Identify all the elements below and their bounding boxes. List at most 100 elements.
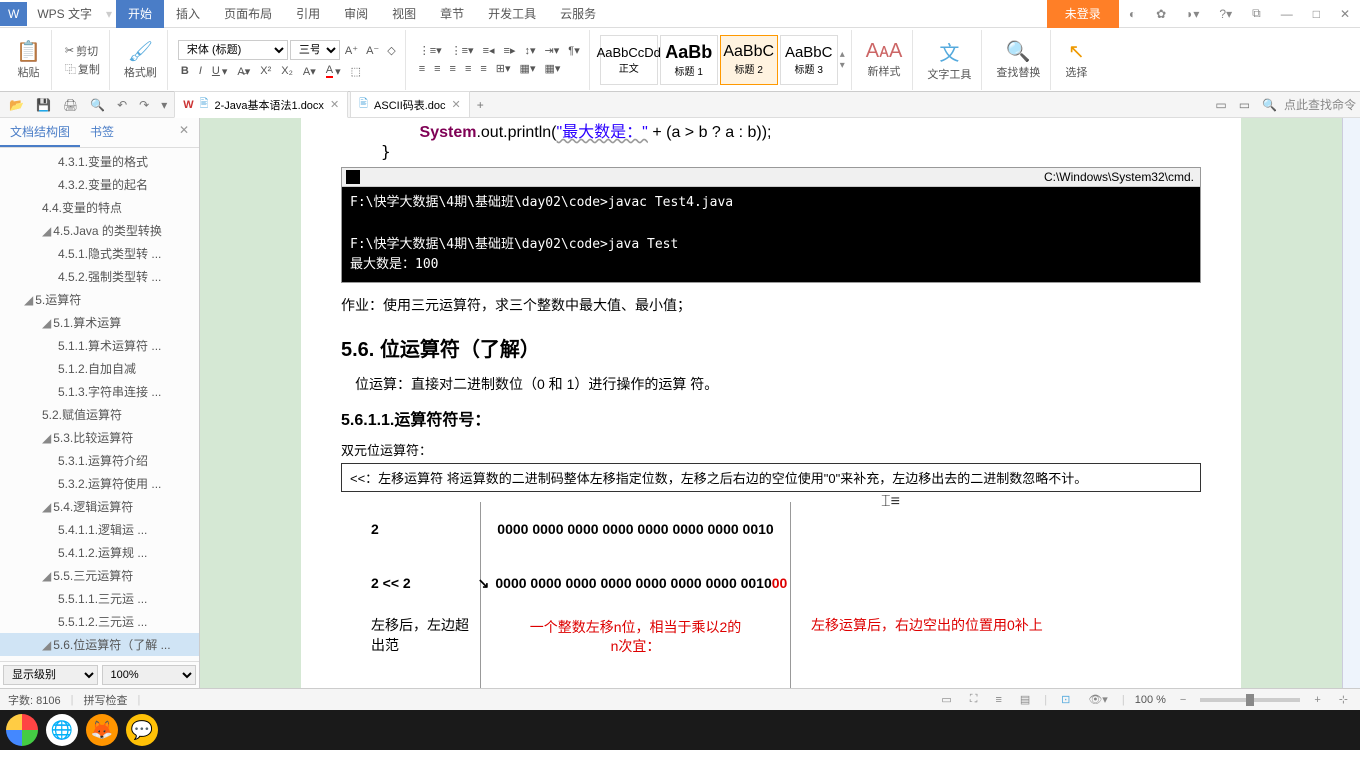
restore-icon[interactable]: ⧉ xyxy=(1242,0,1271,27)
outline-item[interactable]: 5.4.1.1.逻辑运 ... xyxy=(0,518,199,541)
font-name-select[interactable]: 宋体 (标题) xyxy=(178,40,288,60)
zoom-in-button[interactable]: + xyxy=(1310,694,1324,706)
outline-item[interactable]: ◢4.5.Java 的类型转换 xyxy=(0,219,199,242)
minimize-button[interactable]: — xyxy=(1271,1,1303,27)
word-count[interactable]: 字数: 8106 xyxy=(8,692,61,708)
cut-button[interactable]: ✂ 剪切 xyxy=(62,42,101,60)
indent-dec-button[interactable]: ≡◂ xyxy=(480,43,498,58)
select-button[interactable]: ↖选择 xyxy=(1061,37,1091,82)
doc-tab-1[interactable]: W 🖹 2-Java基本语法1.docx ✕ xyxy=(174,91,348,118)
find-command-label[interactable]: 点此查找命令 xyxy=(1284,96,1356,113)
outline-item[interactable]: ◢5.6.位运算符（了解 ... xyxy=(0,633,199,656)
question-icon[interactable]: ?▾ xyxy=(1209,1,1242,27)
view-web-icon[interactable]: ▤ xyxy=(1016,693,1034,706)
borders-button[interactable]: ▦▾ xyxy=(541,61,563,76)
outline-item[interactable]: 5.3.1.运算符介绍 xyxy=(0,449,199,472)
indent-inc-button[interactable]: ≡▸ xyxy=(501,43,519,58)
style-heading3[interactable]: AaBbC标题 3 xyxy=(780,35,838,85)
sidebar-close-icon[interactable]: ✕ xyxy=(169,118,199,147)
italic-button[interactable]: I xyxy=(196,63,205,79)
doc-tab-2[interactable]: 🖹 ASCII码表.doc ✕ xyxy=(350,91,470,118)
menu-cloud[interactable]: 云服务 xyxy=(548,0,608,28)
subscript-button[interactable]: X₂ xyxy=(278,63,296,79)
outline-item[interactable]: 4.4.变量的特点 xyxy=(0,196,199,219)
outline-item[interactable]: 4.5.1.隐式类型转 ... xyxy=(0,242,199,265)
right-sidebar[interactable] xyxy=(1342,118,1360,688)
align-dist-button[interactable]: ≡ xyxy=(477,61,489,76)
sidebar-tab-bookmarks[interactable]: 书签 xyxy=(80,118,124,147)
clear-format-button[interactable]: ◇ xyxy=(384,40,398,60)
tab-button[interactable]: ⇥▾ xyxy=(542,43,563,58)
bullets-button[interactable]: ⋮≡▾ xyxy=(416,43,445,58)
outline-item[interactable]: 4.5.2.强制类型转 ... xyxy=(0,265,199,288)
outline-level-select[interactable]: 显示级别 xyxy=(3,665,98,685)
menu-insert[interactable]: 插入 xyxy=(164,0,212,28)
highlight-button[interactable]: A▾ xyxy=(300,63,319,79)
menu-layout[interactable]: 页面布局 xyxy=(212,0,284,28)
settings-icon[interactable]: ✿ xyxy=(1146,1,1176,27)
outline-item[interactable]: 5.4.1.2.运算规 ... xyxy=(0,541,199,564)
numbering-button[interactable]: ⋮≡▾ xyxy=(448,43,477,58)
preview-icon[interactable]: 🔍 xyxy=(85,95,110,115)
strike-button[interactable]: A̶▾ xyxy=(234,63,253,79)
outline-item[interactable]: 5.1.1.算术运算符 ... xyxy=(0,334,199,357)
taskbar-chat[interactable]: 💬 xyxy=(126,714,158,746)
qat-dropdown[interactable]: ▾ xyxy=(156,95,172,115)
menu-review[interactable]: 审阅 xyxy=(332,0,380,28)
outline-item[interactable]: 5.5.1.2.三元运 ... xyxy=(0,610,199,633)
save-icon[interactable]: 💾 xyxy=(31,95,56,115)
document-area[interactable]: System.out.println("最大数是：" + (a > b ? a … xyxy=(200,118,1342,688)
shading-button[interactable]: ▦▾ xyxy=(517,61,539,76)
menu-start[interactable]: 开始 xyxy=(116,0,164,28)
paste-button[interactable]: 📋粘贴 xyxy=(12,37,45,82)
tabbar-icon2[interactable]: ▭ xyxy=(1234,95,1255,115)
skin-icon[interactable]: ◐ xyxy=(1119,1,1146,27)
menu-reference[interactable]: 引用 xyxy=(284,0,332,28)
outline-item[interactable]: 5.1.2.自加自减 xyxy=(0,357,199,380)
char-border-button[interactable]: ⬚ xyxy=(348,63,364,79)
text-tools-button[interactable]: 文文字工具 xyxy=(923,35,975,84)
close-tab-icon[interactable]: ✕ xyxy=(330,98,339,111)
open-icon[interactable]: 📂 xyxy=(4,95,29,115)
menu-dropdown-icon[interactable]: ▾ xyxy=(102,7,116,21)
show-marks-button[interactable]: ¶▾ xyxy=(565,43,582,58)
outline-zoom-select[interactable]: 100% xyxy=(102,665,197,685)
search-icon[interactable]: 🔍 xyxy=(1257,95,1282,115)
login-button[interactable]: 未登录 xyxy=(1047,0,1119,28)
grow-font-button[interactable]: A⁺ xyxy=(342,40,361,60)
outline-item[interactable]: 5.2.赋值运算符 xyxy=(0,403,199,426)
eye-icon[interactable]: 👁▾ xyxy=(1084,693,1112,706)
align-left-button[interactable]: ≡ xyxy=(416,61,428,76)
menu-view[interactable]: 视图 xyxy=(380,0,428,28)
style-heading2[interactable]: AaBbC标题 2 xyxy=(720,35,778,85)
undo-icon[interactable]: ↶ xyxy=(112,95,132,115)
style-heading1[interactable]: AaBb标题 1 xyxy=(660,35,718,85)
view-fullscreen-icon[interactable]: ⛶ xyxy=(966,693,982,706)
menu-devtools[interactable]: 开发工具 xyxy=(476,0,548,28)
format-painter-button[interactable]: 🖌格式刷 xyxy=(120,37,161,82)
close-button[interactable]: ✕ xyxy=(1330,1,1360,27)
new-tab-button[interactable]: + xyxy=(472,95,489,115)
outline-item[interactable]: ◢5.运算符 xyxy=(0,288,199,311)
spellcheck-status[interactable]: 拼写检查 xyxy=(83,692,127,708)
outline-item[interactable]: 5.1.3.字符串连接 ... xyxy=(0,380,199,403)
sidebar-tab-outline[interactable]: 文档结构图 xyxy=(0,118,80,147)
bold-button[interactable]: B xyxy=(178,63,192,79)
taskbar-chrome[interactable]: 🌐 xyxy=(46,714,78,746)
align-justify-button[interactable]: ≡ xyxy=(462,61,474,76)
zoom-out-button[interactable]: − xyxy=(1176,694,1190,706)
print-icon[interactable]: 🖨 xyxy=(58,95,83,115)
outline-item[interactable]: ◢5.3.比较运算符 xyxy=(0,426,199,449)
outline-item[interactable]: 4.3.2.变量的起名 xyxy=(0,173,199,196)
style-normal[interactable]: AaBbCcDd正文 xyxy=(600,35,658,85)
view-outline-icon[interactable]: ≡ xyxy=(991,694,1005,706)
superscript-button[interactable]: X² xyxy=(257,63,274,79)
align-right-button[interactable]: ≡ xyxy=(447,61,459,76)
taskbar-app-1[interactable] xyxy=(6,714,38,746)
redo-icon[interactable]: ↷ xyxy=(134,95,154,115)
align-center-button[interactable]: ≡ xyxy=(431,61,443,76)
outline-item[interactable]: ◢5.1.算术运算 xyxy=(0,311,199,334)
reading-icon[interactable]: ⊡ xyxy=(1057,693,1074,706)
line-spacing-button[interactable]: ↕▾ xyxy=(522,43,539,58)
zoom-slider[interactable] xyxy=(1200,698,1300,702)
